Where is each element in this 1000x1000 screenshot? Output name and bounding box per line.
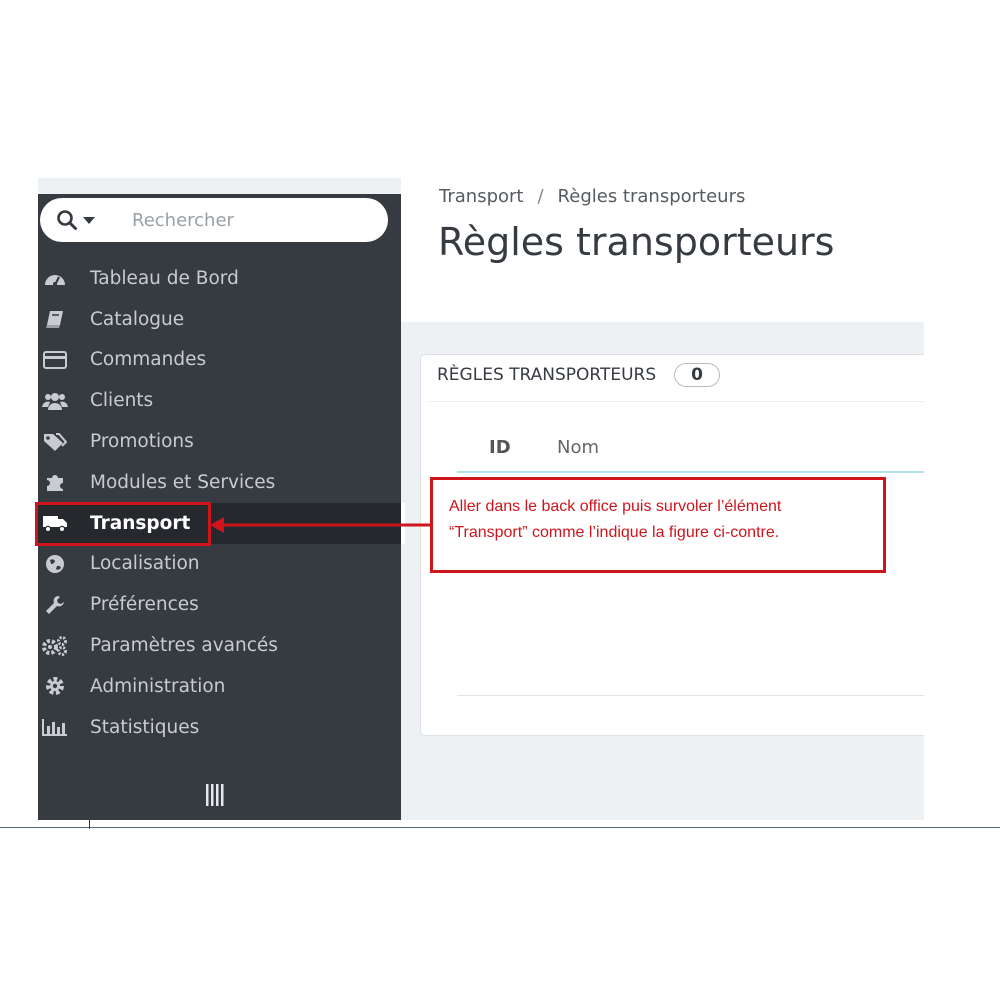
sidebar-item-label: Catalogue (90, 308, 185, 330)
sidebar-item-administration[interactable]: Administration (38, 666, 401, 707)
annotation-arrow (210, 517, 432, 533)
search-input[interactable] (132, 209, 372, 231)
panel-divider (429, 401, 924, 402)
search-bar (40, 198, 388, 242)
sidebar-item-commandes[interactable]: Commandes (38, 340, 401, 381)
breadcrumb-current: Règles transporteurs (557, 186, 746, 207)
search-icon (57, 210, 77, 230)
gear-icon (40, 675, 70, 697)
credit-card-icon (40, 349, 70, 371)
page-title: Règles transporteurs (438, 220, 835, 264)
sidebar-item-preferences[interactable]: Préférences (38, 584, 401, 625)
sidebar-item-label: Commandes (90, 349, 207, 371)
book-icon (40, 308, 70, 330)
dashboard-icon (40, 267, 70, 289)
bottom-rule (0, 827, 1000, 828)
puzzle-icon (40, 471, 70, 493)
sidebar-item-label: Clients (90, 390, 154, 412)
sidebar-item-label: Promotions (90, 431, 194, 453)
breadcrumb-separator: / (537, 186, 544, 207)
sidebar-item-label: Administration (90, 675, 226, 697)
sidebar-item-parametres-avances[interactable]: Paramètres avancés (38, 625, 401, 666)
annotation-callout: Aller dans le back office puis survoler … (430, 477, 886, 573)
sidebar-item-modules-et-services[interactable]: Modules et Services (38, 462, 401, 503)
search-type-dropdown[interactable] (56, 209, 116, 231)
annotation-line-2: “Transport” comme l’indique la figure ci… (449, 524, 780, 541)
caret-down-icon (83, 217, 95, 224)
sidebar-item-localisation[interactable]: Localisation (38, 544, 401, 585)
sidebar-item-label: Préférences (90, 594, 199, 616)
sidebar-item-tableau-de-bord[interactable]: Tableau de Bord (38, 258, 401, 299)
sidebar-item-label: Statistiques (90, 716, 200, 738)
panel-title: RÈGLES TRANSPORTEURS (437, 365, 657, 385)
globe-icon (40, 553, 70, 575)
annotation-line-1: Aller dans le back office puis survoler … (449, 498, 782, 515)
table-bottom-divider (457, 695, 924, 696)
tags-icon (40, 431, 70, 453)
cogs-icon (40, 635, 70, 657)
sidebar-item-label: Paramètres avancés (90, 635, 278, 657)
sidebar-item-statistiques[interactable]: Statistiques (38, 707, 401, 748)
table-header-divider (457, 471, 924, 473)
bar-chart-icon (40, 716, 70, 738)
transport-highlight-box (35, 502, 211, 546)
column-header-id[interactable]: ID (489, 437, 511, 458)
bottom-tick (89, 820, 90, 829)
users-icon (40, 390, 70, 412)
sidebar-item-clients[interactable]: Clients (38, 380, 401, 421)
breadcrumb: Transport / Règles transporteurs (439, 186, 745, 207)
collapse-menu-icon[interactable] (206, 784, 224, 806)
panel-heading: RÈGLES TRANSPORTEURS 0 (437, 363, 721, 387)
breadcrumb-link-transport[interactable]: Transport (439, 186, 523, 207)
sidebar-item-label: Localisation (90, 553, 200, 575)
wrench-icon (40, 594, 70, 616)
sidebar-item-label: Tableau de Bord (90, 267, 239, 289)
count-badge: 0 (674, 363, 721, 387)
column-header-nom[interactable]: Nom (557, 437, 599, 458)
page-header: Transport / Règles transporteurs Règles tr… (401, 178, 924, 322)
sidebar-item-promotions[interactable]: Promotions (38, 421, 401, 462)
sidebar-item-catalogue[interactable]: Catalogue (38, 299, 401, 340)
sidebar-item-label: Modules et Services (90, 471, 276, 493)
